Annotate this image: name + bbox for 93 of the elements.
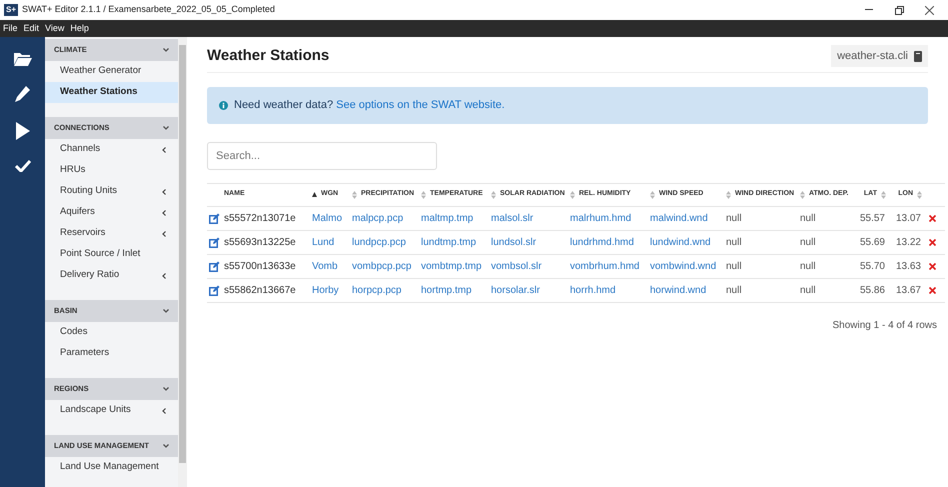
- table-cell: null: [726, 278, 800, 302]
- sidebar-item[interactable]: Parameters: [45, 343, 178, 364]
- file-link[interactable]: vombsol.slr: [491, 254, 570, 278]
- table-cell: null: [800, 278, 853, 302]
- checkmark-icon[interactable]: [14, 159, 30, 172]
- file-link[interactable]: hortmp.tmp: [421, 278, 491, 302]
- table-cell: null: [726, 230, 800, 254]
- maximize-icon: [894, 6, 904, 14]
- file-link[interactable]: vombwind.wnd: [650, 254, 726, 278]
- table-cell: null: [800, 254, 853, 278]
- file-link[interactable]: malrhum.hmd: [570, 206, 650, 230]
- chevron-down-icon: [163, 387, 169, 391]
- edit-icon[interactable]: [209, 260, 220, 272]
- sidebar-item[interactable]: Routing Units: [45, 181, 178, 202]
- book-icon: [914, 50, 922, 62]
- table-cell: null: [800, 230, 853, 254]
- sidebar-item[interactable]: Point Source / Inlet: [45, 244, 178, 265]
- sidebar-item[interactable]: Reservoirs: [45, 223, 178, 244]
- table-cell: 55.69: [853, 230, 889, 254]
- file-link[interactable]: lundsol.slr: [491, 230, 570, 254]
- close-icon: [924, 6, 934, 14]
- table-cell: 55.57: [853, 206, 889, 230]
- file-link[interactable]: Horby: [312, 278, 352, 302]
- sidebar-item[interactable]: Weather Stations: [45, 82, 178, 103]
- sidebar-item[interactable]: Landscape Units: [45, 400, 178, 421]
- file-link[interactable]: vombpcp.pcp: [352, 254, 421, 278]
- file-link[interactable]: vombrhum.hmd: [570, 254, 650, 278]
- table-cell: 13.67: [889, 278, 925, 302]
- file-link[interactable]: malsol.slr: [491, 206, 570, 230]
- page-title: Weather Stations: [207, 46, 330, 66]
- file-link[interactable]: vombtmp.tmp: [421, 254, 491, 278]
- table-cell: 13.63: [889, 254, 925, 278]
- table-cell: 13.22: [889, 230, 925, 254]
- sidebar-item[interactable]: Channels: [45, 139, 178, 160]
- pagination-info: Showing 1 - 4 of 4 rows: [832, 318, 937, 332]
- file-link[interactable]: horrh.hmd: [570, 278, 650, 302]
- alert-message: Need weather data? See options on the SWAT website.: [234, 98, 505, 113]
- table-cell: 13.07: [889, 206, 925, 230]
- table-cell: null: [726, 254, 800, 278]
- edit-icon[interactable]: [209, 212, 220, 224]
- sidebar-item[interactable]: HRUs: [45, 160, 178, 181]
- file-name: weather-sta.cli: [837, 49, 908, 64]
- file-link[interactable]: lundrhmd.hmd: [570, 230, 650, 254]
- delete-icon[interactable]: [929, 262, 936, 270]
- delete-icon[interactable]: [929, 286, 936, 294]
- file-link[interactable]: malpcp.pcp: [352, 206, 421, 230]
- file-link[interactable]: horpcp.pcp: [352, 278, 421, 302]
- delete-icon[interactable]: [929, 214, 936, 222]
- chevron-down-icon: [163, 126, 169, 130]
- menu-item[interactable]: Edit: [24, 22, 40, 36]
- menu-item[interactable]: View: [45, 22, 64, 36]
- file-link[interactable]: lundtmp.tmp: [421, 230, 491, 254]
- file-link[interactable]: lundwind.wnd: [650, 230, 726, 254]
- file-link[interactable]: lundpcp.pcp: [352, 230, 421, 254]
- table-cell: 55.70: [853, 254, 889, 278]
- file-link[interactable]: Lund: [312, 230, 352, 254]
- table-cell: s55862n13667e: [224, 278, 312, 302]
- table-cell: null: [726, 206, 800, 230]
- sidebar-item[interactable]: Weather Generator: [45, 61, 178, 82]
- table-cell: null: [800, 206, 853, 230]
- sidebar-item[interactable]: Aquifers: [45, 202, 178, 223]
- sidebar-item[interactable]: Land Use Management: [45, 457, 178, 478]
- website-link[interactable]: See options on the SWAT website.: [336, 98, 505, 111]
- minimize-icon: [865, 9, 873, 11]
- menu-item[interactable]: Help: [70, 22, 89, 36]
- edit-icon[interactable]: [209, 236, 220, 248]
- chevron-down-icon: [163, 48, 169, 52]
- search-field[interactable]: Search...: [207, 142, 437, 170]
- table-cell: s55700n13633e: [224, 254, 312, 278]
- sort-ascending-icon[interactable]: [312, 192, 317, 197]
- file-link[interactable]: Vomb: [312, 254, 352, 278]
- play-icon[interactable]: [16, 122, 30, 140]
- file-link[interactable]: malwind.wnd: [650, 206, 726, 230]
- info-icon: [219, 100, 228, 110]
- table-cell: 55.86: [853, 278, 889, 302]
- delete-icon[interactable]: [929, 238, 936, 246]
- file-link[interactable]: maltmp.tmp: [421, 206, 491, 230]
- file-link[interactable]: Malmo: [312, 206, 352, 230]
- scrollbar[interactable]: [178, 37, 187, 487]
- table-cell: s55693n13225e: [224, 230, 312, 254]
- pencil-icon[interactable]: [14, 85, 30, 103]
- folder-icon[interactable]: [14, 51, 32, 66]
- chevron-down-icon: [163, 309, 169, 313]
- sidebar-item[interactable]: Delivery Ratio: [45, 265, 178, 286]
- menu-item[interactable]: File: [3, 22, 18, 36]
- sidebar-item[interactable]: Codes: [45, 322, 178, 343]
- app-logo: S+: [4, 4, 18, 16]
- table-cell: s55572n13071e: [224, 206, 312, 230]
- chevron-down-icon: [163, 444, 169, 448]
- edit-icon[interactable]: [209, 284, 220, 296]
- file-link[interactable]: horsolar.slr: [491, 278, 570, 302]
- file-link[interactable]: horwind.wnd: [650, 278, 726, 302]
- window-title: SWAT+ Editor 2.1.1 / Examensarbete_2022_05_05_Completed: [22, 3, 275, 16]
